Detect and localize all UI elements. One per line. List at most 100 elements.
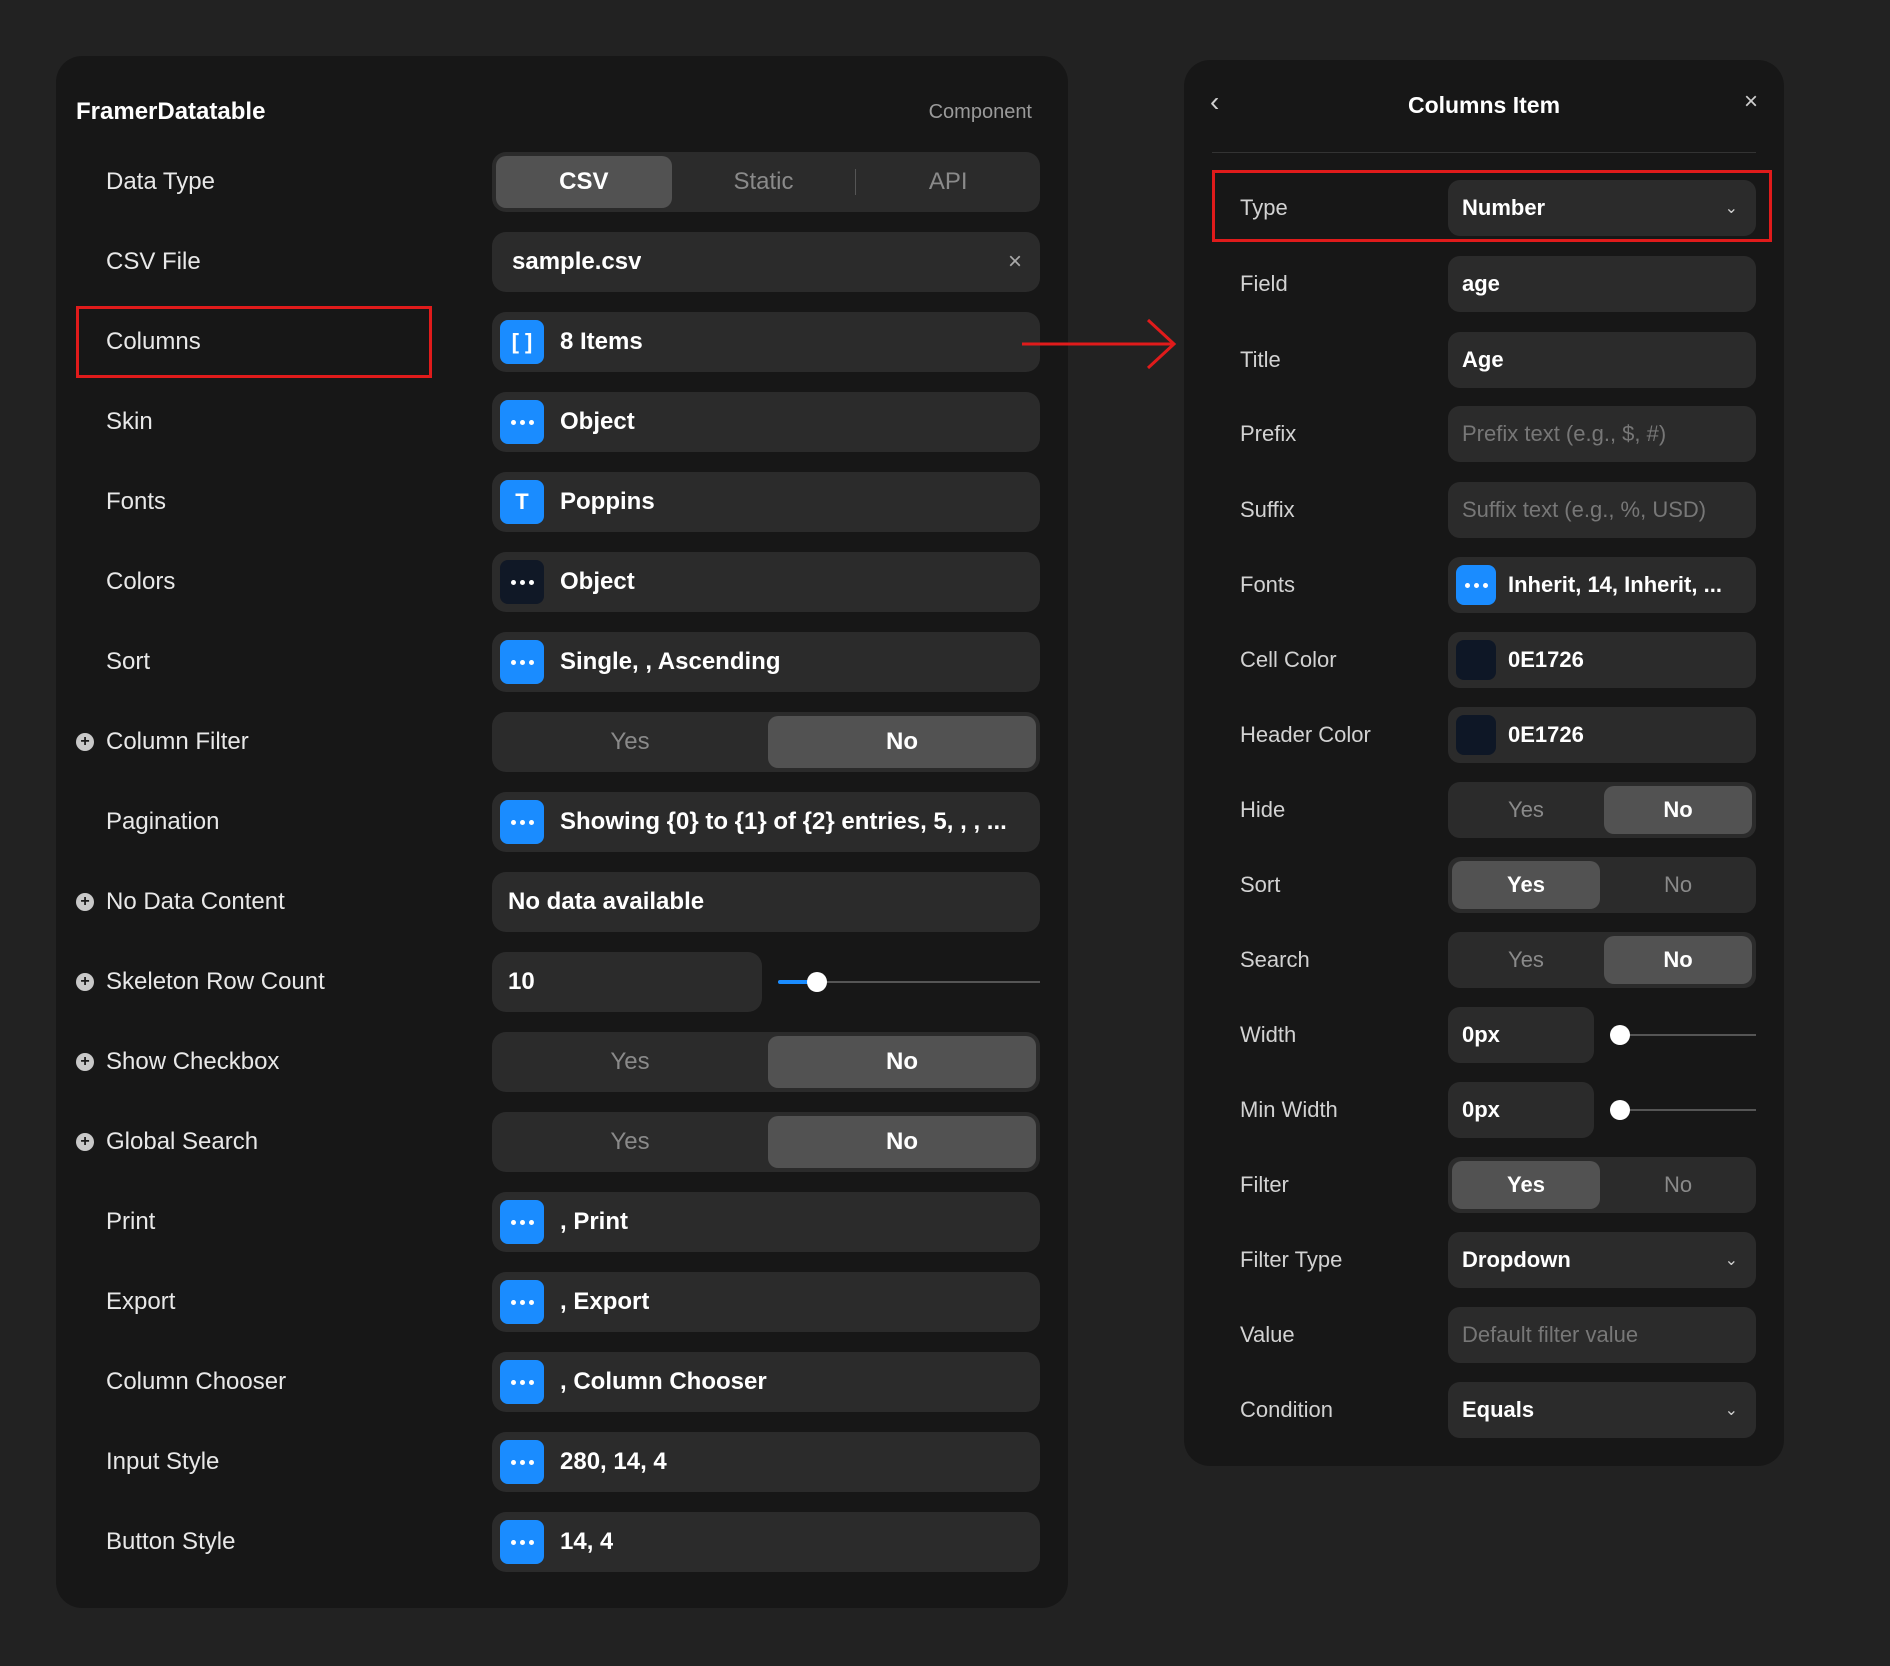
row-type: Type Number ⌄ [1184, 180, 1784, 236]
skin-button[interactable]: Object [492, 392, 1040, 452]
row-colors: Colors Object [56, 552, 1068, 612]
row-min-width: Min Width 0px [1184, 1082, 1784, 1138]
columns-item-panel: ‹ Columns Item × Type Number ⌄ Field age… [1184, 60, 1784, 1466]
more-dots-icon [500, 1280, 544, 1324]
header-color-picker[interactable]: 0E1726 [1448, 707, 1756, 763]
filter-type-label: Filter Type [1240, 1247, 1343, 1272]
show-checkbox-no[interactable]: No [768, 1036, 1036, 1088]
colors-button[interactable]: Object [492, 552, 1040, 612]
columns-item-header: ‹ Columns Item × [1184, 60, 1784, 152]
csv-file-value: sample.csv [512, 248, 642, 275]
global-search-yes[interactable]: Yes [496, 1116, 764, 1168]
plus-icon[interactable]: + [76, 1053, 94, 1071]
csv-file-field[interactable]: sample.csv × [492, 232, 1040, 292]
prefix-input[interactable]: Prefix text (e.g., $, #) [1448, 406, 1756, 462]
global-search-no[interactable]: No [768, 1116, 1036, 1168]
filter-label: Filter [1240, 1172, 1289, 1197]
skeleton-row-count-slider[interactable] [778, 972, 1040, 992]
no-data-content-label: No Data Content [106, 888, 285, 915]
pagination-label: Pagination [106, 808, 220, 835]
type-select[interactable]: Number ⌄ [1448, 180, 1756, 236]
data-type-option-api[interactable]: API [860, 156, 1036, 208]
suffix-input[interactable]: Suffix text (e.g., %, USD) [1448, 482, 1756, 538]
print-button[interactable]: , Print [492, 1192, 1040, 1252]
min-width-slider[interactable] [1610, 1100, 1756, 1120]
row-global-search: + Global Search Yes No [56, 1112, 1068, 1172]
hide-yes[interactable]: Yes [1452, 786, 1600, 834]
field-value: age [1462, 271, 1500, 296]
filter-value-input[interactable]: Default filter value [1448, 1307, 1756, 1363]
min-width-input[interactable]: 0px [1448, 1082, 1594, 1138]
column-sort-yes[interactable]: Yes [1452, 861, 1600, 909]
show-checkbox-toggle: Yes No [492, 1032, 1040, 1092]
print-value: , Print [560, 1208, 629, 1235]
no-data-content-input[interactable]: No data available [492, 872, 1040, 932]
plus-icon[interactable]: + [76, 733, 94, 751]
condition-label: Condition [1240, 1397, 1333, 1422]
row-show-checkbox: + Show Checkbox Yes No [56, 1032, 1068, 1092]
title-input[interactable]: Age [1448, 332, 1756, 388]
slider-thumb[interactable] [807, 972, 828, 992]
filter-yes[interactable]: Yes [1452, 1161, 1600, 1209]
skin-label: Skin [106, 408, 153, 435]
prefix-placeholder: Prefix text (e.g., $, #) [1462, 421, 1667, 446]
column-sort-no[interactable]: No [1604, 861, 1752, 909]
row-button-style: Button Style 14, 4 [56, 1512, 1068, 1572]
filter-no[interactable]: No [1604, 1161, 1752, 1209]
panel-subtitle: Component [928, 100, 1032, 123]
close-icon[interactable]: × [1744, 88, 1758, 116]
columns-item-title: Columns Item [1407, 92, 1561, 118]
fonts-button[interactable]: T Poppins [492, 472, 1040, 532]
pagination-value: Showing {0} to {1} of {2} entries, 5, , … [560, 808, 1007, 835]
prefix-label: Prefix [1240, 421, 1297, 446]
slider-thumb[interactable] [1610, 1100, 1630, 1120]
more-dots-icon [500, 400, 544, 444]
header-color-swatch[interactable] [1456, 715, 1496, 755]
width-input[interactable]: 0px [1448, 1007, 1594, 1063]
hide-toggle: Yes No [1448, 782, 1756, 838]
search-yes[interactable]: Yes [1452, 936, 1600, 984]
plus-icon[interactable]: + [76, 973, 94, 991]
pagination-button[interactable]: Showing {0} to {1} of {2} entries, 5, , … [492, 792, 1040, 852]
title-label: Title [1240, 347, 1281, 372]
search-no[interactable]: No [1604, 936, 1752, 984]
width-slider[interactable] [1610, 1025, 1756, 1045]
data-type-option-static[interactable]: Static [676, 156, 852, 208]
show-checkbox-label: Show Checkbox [106, 1048, 280, 1075]
more-dots-icon [500, 1200, 544, 1244]
columns-value: 8 Items [560, 328, 643, 355]
filter-type-select[interactable]: Dropdown ⌄ [1448, 1232, 1756, 1288]
data-type-option-csv[interactable]: CSV [496, 156, 672, 208]
cell-color-value: 0E1726 [1508, 647, 1584, 672]
field-label: Field [1240, 271, 1288, 296]
global-search-label: Global Search [106, 1128, 259, 1155]
column-chooser-button[interactable]: , Column Chooser [492, 1352, 1040, 1412]
column-filter-no[interactable]: No [768, 716, 1036, 768]
plus-icon[interactable]: + [76, 1133, 94, 1151]
button-style-button[interactable]: 14, 4 [492, 1512, 1040, 1572]
row-columns: Columns [ ] 8 Items [56, 312, 1068, 372]
sort-value: Single, , Ascending [560, 648, 781, 675]
sort-label: Sort [106, 648, 151, 675]
data-type-label: Data Type [106, 168, 215, 195]
slider-thumb[interactable] [1610, 1025, 1630, 1045]
show-checkbox-yes[interactable]: Yes [496, 1036, 764, 1088]
field-input[interactable]: age [1448, 256, 1756, 312]
sort-button[interactable]: Single, , Ascending [492, 632, 1040, 692]
more-dots-icon [500, 640, 544, 684]
columns-button[interactable]: [ ] 8 Items [492, 312, 1040, 372]
export-button[interactable]: , Export [492, 1272, 1040, 1332]
column-filter-yes[interactable]: Yes [496, 716, 764, 768]
cell-color-picker[interactable]: 0E1726 [1448, 632, 1756, 688]
input-style-button[interactable]: 280, 14, 4 [492, 1432, 1040, 1492]
skeleton-row-count-label: Skeleton Row Count [106, 968, 325, 995]
row-skin: Skin Object [56, 392, 1068, 452]
hide-no[interactable]: No [1604, 786, 1752, 834]
column-fonts-button[interactable]: Inherit, 14, Inherit, ... [1448, 557, 1756, 613]
condition-select[interactable]: Equals ⌄ [1448, 1382, 1756, 1438]
filter-toggle: Yes No [1448, 1157, 1756, 1213]
plus-icon[interactable]: + [76, 893, 94, 911]
skeleton-row-count-input[interactable]: 10 [492, 952, 762, 1012]
cell-color-swatch[interactable] [1456, 640, 1496, 680]
clear-icon[interactable]: × [1008, 248, 1022, 276]
